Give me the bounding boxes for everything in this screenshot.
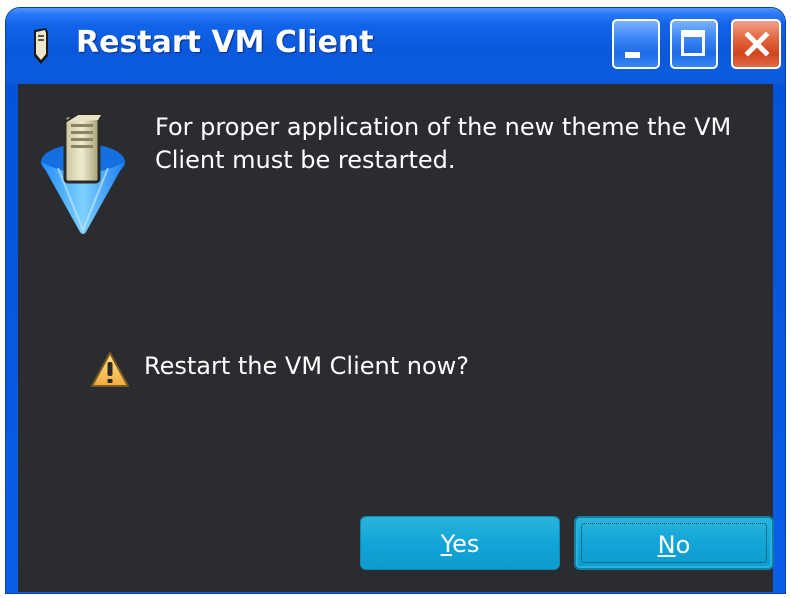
minimize-icon xyxy=(625,52,640,58)
dialog-message: For proper application of the new theme … xyxy=(155,113,732,174)
close-button[interactable] xyxy=(731,19,781,69)
yes-button[interactable]: Yes xyxy=(360,516,560,570)
maximize-button[interactable] xyxy=(670,19,718,69)
dialog-window: Restart VM Client For proper application… xyxy=(6,8,785,593)
yes-button-label: es xyxy=(452,530,480,558)
no-button-label: o xyxy=(675,531,691,559)
no-button[interactable]: No xyxy=(574,516,774,570)
close-icon xyxy=(744,31,770,57)
warning-icon xyxy=(91,352,129,387)
no-button-mnemonic: N xyxy=(657,531,676,559)
restart-question: Restart the VM Client now? xyxy=(144,352,470,380)
title-bar[interactable]: Restart VM Client xyxy=(6,8,785,84)
yes-button-mnemonic: Y xyxy=(440,530,453,558)
minimize-button[interactable] xyxy=(612,19,660,69)
maximize-icon xyxy=(681,30,705,56)
vm-client-app-icon xyxy=(34,28,48,64)
window-title: Restart VM Client xyxy=(76,25,374,60)
vm-client-server-icon xyxy=(41,113,125,234)
dialog-content: For proper application of the new theme … xyxy=(18,84,774,592)
